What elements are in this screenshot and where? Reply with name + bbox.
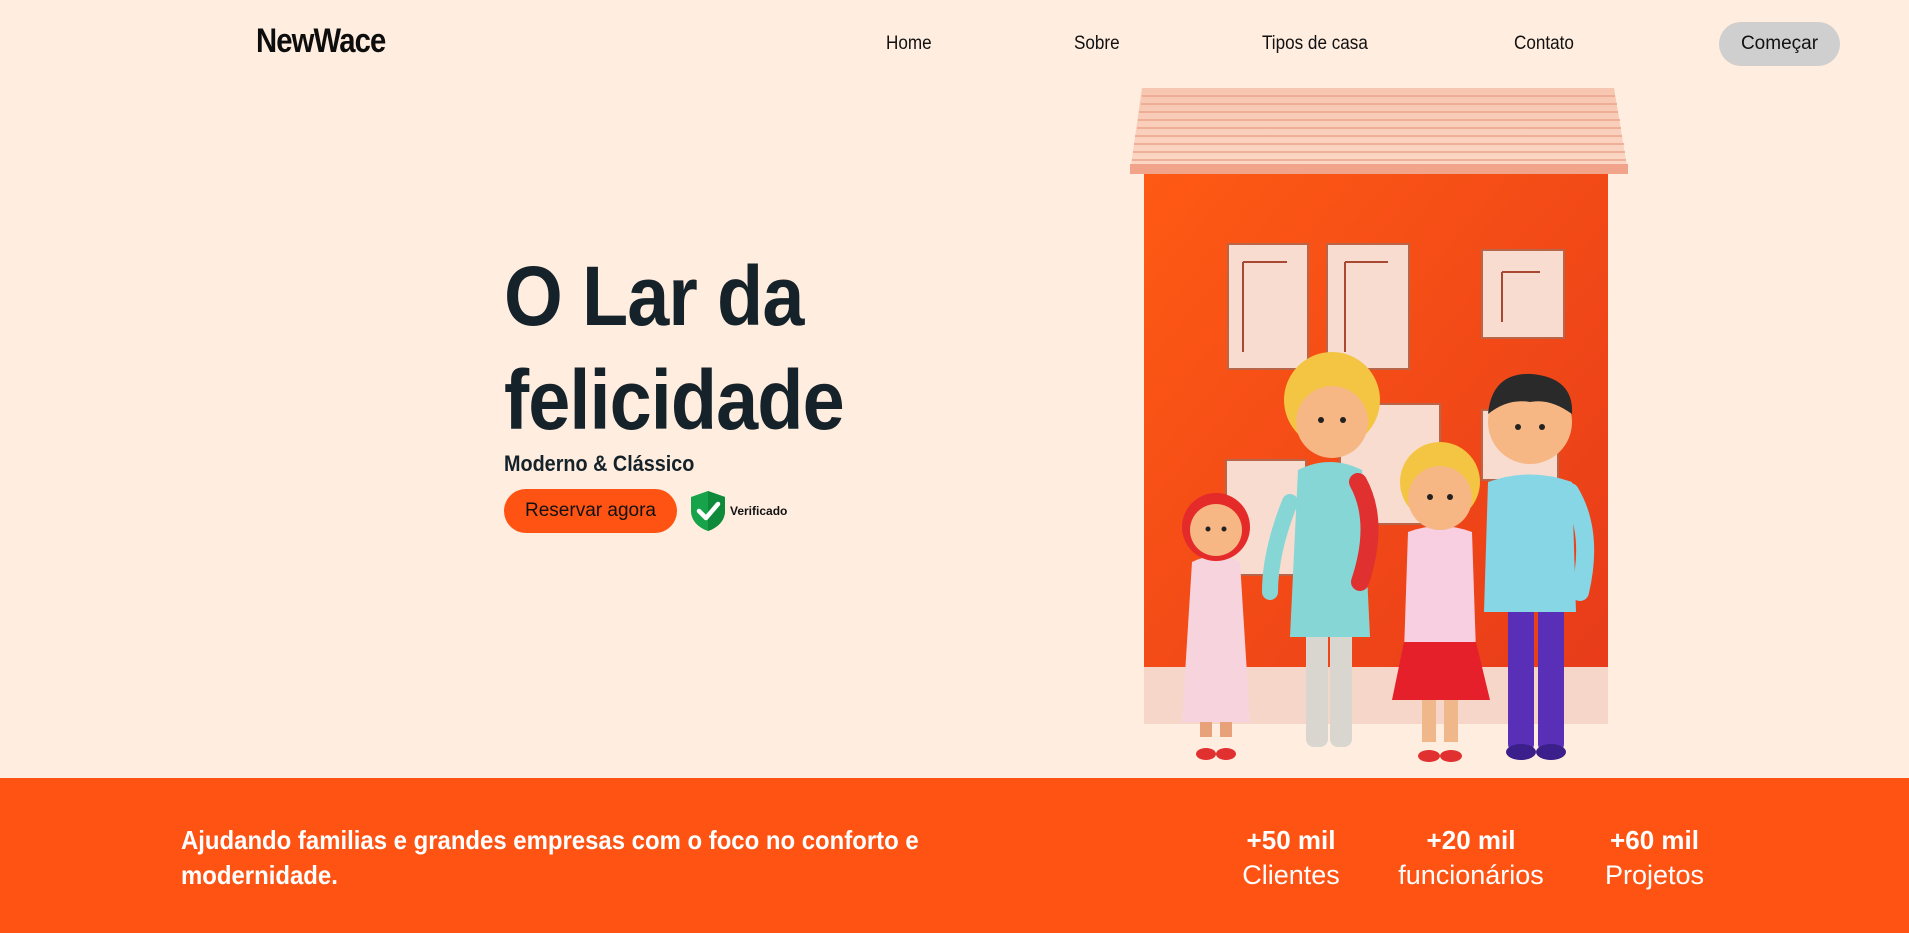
- hero-subtitle: Moderno & Clássico: [504, 451, 695, 476]
- stat-clientes: +50 mil Clientes: [1236, 823, 1346, 893]
- reserve-now-button[interactable]: Reservar agora: [504, 489, 677, 533]
- nav-link-home[interactable]: Home: [886, 33, 932, 55]
- nav-link-tipos-de-casa[interactable]: Tipos de casa: [1262, 33, 1368, 55]
- stat-funcionarios: +20 mil funcionários: [1391, 823, 1551, 893]
- family-house-illustration: [1130, 88, 1628, 762]
- stat-label: Projetos: [1604, 860, 1705, 890]
- band-tagline: Ajudando familias e grandes empresas com…: [181, 825, 919, 890]
- girl-figure: [1182, 493, 1250, 760]
- nav-link-contato[interactable]: Contato: [1514, 33, 1574, 55]
- house-roof: [1130, 88, 1628, 174]
- brand-logo[interactable]: NewWace: [256, 22, 386, 61]
- stat-label: Clientes: [1242, 860, 1340, 890]
- stat-projetos: +60 mil Projetos: [1597, 823, 1712, 893]
- stat-value: +50 mil: [1246, 825, 1336, 855]
- stat-value: +60 mil: [1610, 825, 1699, 855]
- shield-check-icon: [691, 491, 725, 531]
- stat-value: +20 mil: [1426, 825, 1516, 855]
- nav-link-sobre[interactable]: Sobre: [1074, 33, 1120, 55]
- hero-title: O Lar da felicidade: [504, 244, 1008, 452]
- start-button[interactable]: Começar: [1719, 22, 1840, 66]
- hero-title-line-1: O Lar da: [504, 249, 804, 343]
- stat-label: funcionários: [1398, 860, 1544, 890]
- hero-title-line-2: felicidade: [504, 353, 845, 447]
- verified-label: Verificado: [730, 504, 788, 518]
- verified-badge: Verificado: [688, 489, 787, 533]
- stats-band: Ajudando familias e grandes empresas com…: [0, 778, 1909, 933]
